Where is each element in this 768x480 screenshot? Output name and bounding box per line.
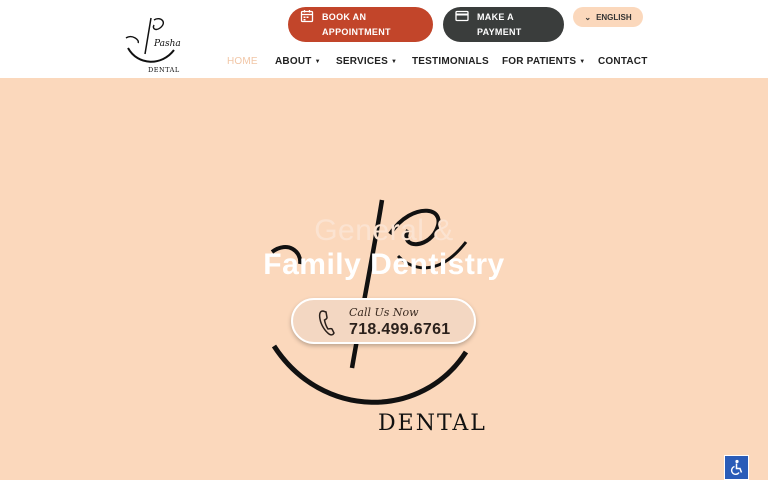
credit-card-icon [455,10,469,22]
phone-icon [318,310,335,336]
hero-heading-line-2: Family Dentistry [263,248,505,281]
site-header: Pasha DENTAL BOOK AN APPOINTMENT MAKE A … [0,0,768,78]
brand-logo[interactable]: Pasha DENTAL [120,16,182,74]
language-label: ENGLISH [596,12,632,22]
call-us-button[interactable]: Call Us Now 718.499.6761 [291,298,476,344]
make-payment-button[interactable]: MAKE A PAYMENT [443,7,564,42]
nav-contact[interactable]: CONTACT [598,56,648,67]
svg-text:DENTAL: DENTAL [148,66,180,74]
nav-testimonials[interactable]: TESTIMONIALS [412,56,489,67]
accessibility-button[interactable] [724,455,749,480]
pay-line-2: PAYMENT [477,26,522,37]
hero-heading-line-1: General & [314,214,454,247]
svg-text:Pasha: Pasha [153,39,181,49]
nav-about[interactable]: ABOUT ▼ [275,56,321,67]
book-line-1: BOOK AN [322,11,367,22]
caret-down-icon: ▼ [391,59,398,65]
phone-number[interactable]: 718.499.6761 [349,321,450,339]
nav-for-patients[interactable]: FOR PATIENTS ▼ [502,56,585,67]
caret-down-icon: ▼ [579,59,586,65]
pay-line-1: MAKE A [477,11,514,22]
caret-down-icon: ▼ [314,59,321,65]
svg-text:DENTAL: DENTAL [378,411,487,436]
book-appointment-button[interactable]: BOOK AN APPOINTMENT [288,7,433,42]
nav-home[interactable]: HOME [227,56,258,67]
accessibility-icon [730,459,743,475]
call-label: Call Us Now [349,306,419,319]
calendar-icon [300,10,314,23]
language-selector[interactable]: ⌄ ENGLISH [573,7,643,27]
chevron-down-icon: ⌄ [584,12,592,22]
nav-services[interactable]: SERVICES ▼ [336,56,397,67]
book-line-2: APPOINTMENT [322,26,391,37]
